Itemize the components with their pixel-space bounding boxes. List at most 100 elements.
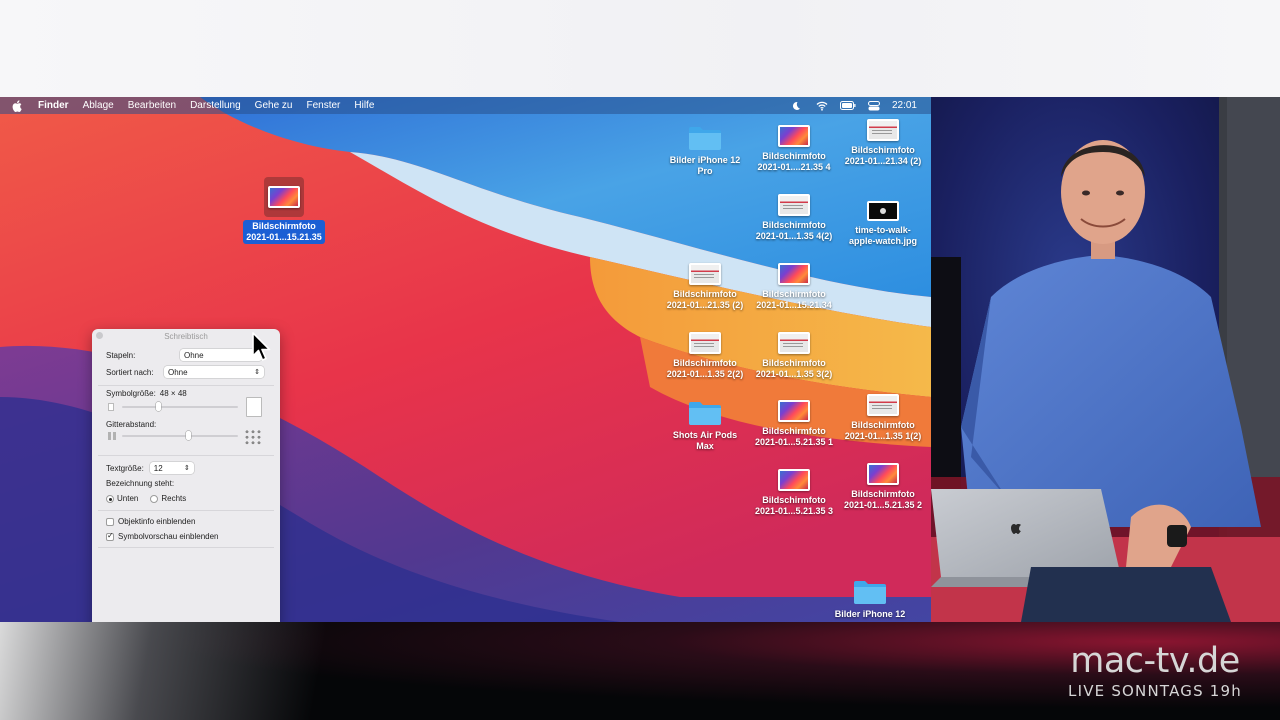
sortiert-select[interactable]: Ohne ⇕ <box>164 366 264 378</box>
menu-bearbeiten[interactable]: Bearbeiten <box>128 100 176 111</box>
divider <box>98 510 274 511</box>
checkbox-objektinfo[interactable] <box>106 517 114 526</box>
channel-logo: mac-tv.de LIVE SONNTAGS 19h <box>1068 642 1242 700</box>
small-grid-icon <box>108 432 116 440</box>
symbolgroesse-slider[interactable] <box>122 401 238 413</box>
desktop-icon-name: Bildschirmfoto <box>673 358 737 368</box>
checkbox-symbolvorschau-label: Symbolvorschau einblenden <box>118 532 219 541</box>
large-grid-icon <box>244 429 262 445</box>
selected-icon-date: 2021-01...15.21.35 <box>246 232 322 242</box>
desktop-icon[interactable]: Bildschirmfoto 2021-01...5.21.35 2 <box>833 463 931 511</box>
desktop-icon[interactable]: Bildschirmfoto 2021-01...1.35 3(2) <box>744 332 844 380</box>
image-icon <box>778 125 810 147</box>
chevron-updown-icon: ⇕ <box>183 465 190 472</box>
desktop-icon[interactable]: Bildschirmfoto 2021-01...21.34 (2) <box>833 119 931 167</box>
desktop-icon[interactable]: Bildschirmfoto 2021-01....21.35 4 <box>744 125 844 173</box>
selected-icon-name: Bildschirmfoto <box>252 221 316 231</box>
checkbox-symbolvorschau[interactable] <box>106 531 114 541</box>
divider <box>98 455 274 456</box>
folder-icon <box>688 125 722 151</box>
desktop-icon[interactable]: Bilder iPhone 12 <box>820 579 920 620</box>
slider-knob[interactable] <box>186 431 191 440</box>
desktop-icon-subtitle: 2021-01...5.21.35 2 <box>843 500 923 510</box>
desktop-icon-subtitle: apple-watch.jpg <box>848 236 917 246</box>
video-top-band <box>0 0 1280 97</box>
apple-menu-icon[interactable] <box>12 99 26 113</box>
desktop-icon-subtitle: 2021-01...5.21.35 3 <box>754 506 834 516</box>
desktop-icon[interactable]: Bildschirmfoto 2021-01...1.35 2(2) <box>655 332 755 380</box>
menu-ablage[interactable]: Ablage <box>83 100 114 111</box>
desktop-icon-name: Bildschirmfoto <box>673 289 737 299</box>
desktop-icon-name: Bildschirmfoto <box>851 145 915 155</box>
radio-rechts[interactable] <box>150 494 159 503</box>
desktop-icon-subtitle: 2021-01...1.35 2(2) <box>666 369 744 379</box>
image-icon <box>778 194 810 216</box>
desktop-icon-name: Bildschirmfoto <box>762 358 826 368</box>
sortiert-label: Sortiert nach: <box>106 367 154 377</box>
stapeln-select[interactable]: Ohne <box>180 349 262 361</box>
image-icon <box>867 119 899 141</box>
desktop-icon-name: Bildschirmfoto <box>762 495 826 505</box>
image-icon <box>778 400 810 422</box>
desktop-icon-name: time-to-walk- <box>855 225 911 235</box>
gitterabstand-slider[interactable] <box>122 430 238 442</box>
mac-desktop: Finder Ablage Bearbeiten Darstellung Geh… <box>0 97 931 622</box>
menu-fenster[interactable]: Fenster <box>306 100 340 111</box>
desktop-icon[interactable]: Bildschirmfoto 2021-01...5.21.35 3 <box>744 469 844 517</box>
wifi-icon[interactable] <box>814 100 830 112</box>
close-button[interactable] <box>96 332 103 339</box>
desktop-icon[interactable]: Bildschirmfoto 2021-01...15.21.34 <box>744 263 844 311</box>
chevron-updown-icon: ⇕ <box>254 369 260 376</box>
selected-desktop-icon[interactable]: Bildschirmfoto 2021-01...15.21.35 <box>238 177 330 245</box>
divider <box>98 547 274 548</box>
panel-title: Schreibtisch <box>164 331 208 341</box>
desktop-icon[interactable]: Bilder iPhone 12 Pro <box>655 125 755 177</box>
mouse-pointer-icon <box>252 332 271 361</box>
large-document-icon <box>246 397 262 417</box>
menu-bar: Finder Ablage Bearbeiten Darstellung Geh… <box>0 97 931 114</box>
desktop-icon-subtitle: Pro <box>697 166 713 176</box>
screenshot-thumbnail <box>264 177 304 217</box>
desktop-icon-name: Bildschirmfoto <box>762 151 826 161</box>
presenter-image <box>931 97 1280 622</box>
textgroesse-value: 12 <box>153 463 163 473</box>
desktop-icon-subtitle: 2021-01...5.21.35 1 <box>754 437 834 447</box>
presenter-video-feed <box>931 97 1280 622</box>
desktop-icon-name: Bildschirmfoto <box>762 220 826 230</box>
desktop-icon-subtitle: 2021-01...21.35 (2) <box>666 300 744 310</box>
image-icon <box>689 263 721 285</box>
menu-gehe-zu[interactable]: Gehe zu <box>255 100 293 111</box>
menu-darstellung[interactable]: Darstellung <box>190 100 241 111</box>
menu-hilfe[interactable]: Hilfe <box>354 100 374 111</box>
image-icon <box>268 186 300 208</box>
image-icon <box>778 332 810 354</box>
radio-unten[interactable] <box>106 494 114 503</box>
desktop-icon[interactable]: Shots Air Pods Max <box>655 400 755 452</box>
video-file-icon <box>867 201 899 221</box>
desktop-icon-subtitle: 2021-01...1.35 4(2) <box>755 231 833 241</box>
battery-icon[interactable] <box>839 100 856 112</box>
menu-finder[interactable]: Finder <box>38 100 69 111</box>
textgroesse-select[interactable]: 12 ⇕ <box>149 462 194 474</box>
desktop-icon-name: Shots Air Pods <box>672 430 738 440</box>
desktop-icon-subtitle: Max <box>696 441 714 451</box>
desktop-icon-name: Bilder iPhone 12 <box>669 155 741 165</box>
small-document-icon <box>108 403 114 411</box>
textgroesse-label: Textgröße: <box>106 463 144 473</box>
moon-icon[interactable] <box>788 100 804 112</box>
slider-knob[interactable] <box>156 402 161 411</box>
symbolgroesse-label: Symbolgröße: <box>106 389 156 398</box>
desktop-icon[interactable]: time-to-walk-apple-watch.jpg <box>833 201 931 247</box>
divider <box>98 385 274 386</box>
desktop-icon[interactable]: Bildschirmfoto 2021-01...1.35 4(2) <box>744 194 844 242</box>
image-icon <box>778 469 810 491</box>
desktop-icon-subtitle: 2021-01...21.34 (2) <box>844 156 922 166</box>
control-center-icon[interactable] <box>866 100 882 112</box>
desktop-icon[interactable]: Bildschirmfoto 2021-01...5.21.35 1 <box>744 400 844 448</box>
desktop-icon[interactable]: Bildschirmfoto 2021-01...21.35 (2) <box>655 263 755 311</box>
desktop-icon-name: Bildschirmfoto <box>851 489 915 499</box>
desktop-icon[interactable]: Bildschirmfoto 2021-01...1.35 1(2) <box>833 394 931 442</box>
menu-clock[interactable]: 22:01 <box>892 100 917 111</box>
desktop-icon-subtitle: 2021-01...1.35 3(2) <box>755 369 833 379</box>
desktop-icon-name: Bildschirmfoto <box>851 420 915 430</box>
